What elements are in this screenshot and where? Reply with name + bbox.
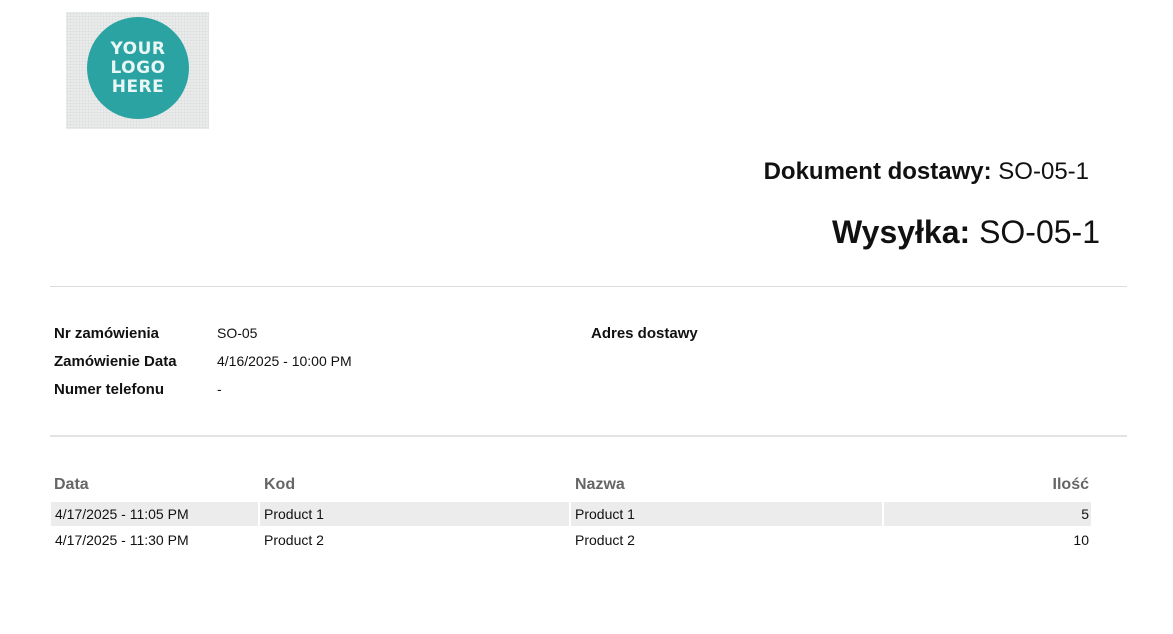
order-number-label: Nr zamówienia (54, 325, 160, 342)
column-header-quantity: Ilość (1052, 476, 1089, 493)
delivery-document-label: Dokument dostawy: (763, 158, 992, 185)
divider (50, 435, 1127, 437)
order-date-value: 4/16/2025 - 10:00 PM (217, 353, 352, 369)
logo-text-line: HERE (111, 76, 165, 97)
column-header-code: Kod (264, 476, 296, 493)
divider (50, 286, 1127, 287)
phone-label: Numer telefonu (54, 381, 165, 398)
shipment-heading: Wysyłka: SO-05-1 (832, 214, 1100, 251)
table-cell-date: 4/17/2025 - 11:05 PM (51, 502, 258, 526)
table-cell-quantity: 5 (884, 502, 1091, 526)
phone-value: - (217, 381, 222, 397)
column-header-date: Data (54, 476, 89, 493)
table-cell-code: Product 1 (260, 502, 569, 526)
delivery-document-value: SO-05-1 (998, 158, 1089, 185)
table-cell-date: 4/17/2025 - 11:30 PM (55, 532, 189, 548)
delivery-address-label: Adres dostawy (591, 325, 698, 342)
table-cell-name: Product 2 (575, 532, 635, 548)
order-number-value: SO-05 (217, 325, 258, 341)
table-cell-name: Product 1 (571, 502, 882, 526)
logo-text-line: YOUR (110, 38, 166, 59)
table-cell-code: Product 2 (264, 532, 324, 548)
logo-badge: YOUR LOGO HERE (87, 17, 189, 119)
column-header-name: Nazwa (575, 476, 625, 493)
table-cell-quantity: 10 (1073, 532, 1089, 548)
company-logo: YOUR LOGO HERE (66, 12, 209, 129)
shipment-label: Wysyłka: (832, 214, 971, 250)
order-date-label: Zamówienie Data (54, 353, 177, 370)
delivery-document-heading: Dokument dostawy: SO-05-1 (764, 158, 1089, 186)
shipment-value: SO-05-1 (979, 214, 1100, 250)
logo-text-line: LOGO (110, 57, 166, 78)
